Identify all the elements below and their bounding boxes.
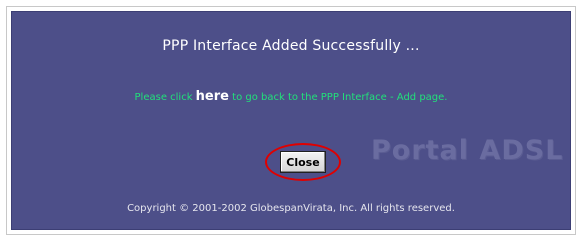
page-frame: PPP Interface Added Successfully ... Ple… — [6, 6, 576, 235]
dialog-panel: PPP Interface Added Successfully ... Ple… — [11, 11, 571, 230]
success-title: PPP Interface Added Successfully ... — [162, 38, 420, 54]
portal-adsl-watermark: Portal ADSL — [371, 135, 564, 166]
message-prefix: Please click — [134, 92, 196, 103]
here-link[interactable]: here — [196, 89, 229, 104]
close-button[interactable]: Close — [280, 151, 326, 173]
copyright-text: Copyright © 2001-2002 GlobespanVirata, I… — [127, 203, 455, 214]
message-suffix: to go back to the PPP Interface - Add pa… — [228, 92, 448, 103]
back-message: Please click here to go back to the PPP … — [11, 89, 571, 104]
